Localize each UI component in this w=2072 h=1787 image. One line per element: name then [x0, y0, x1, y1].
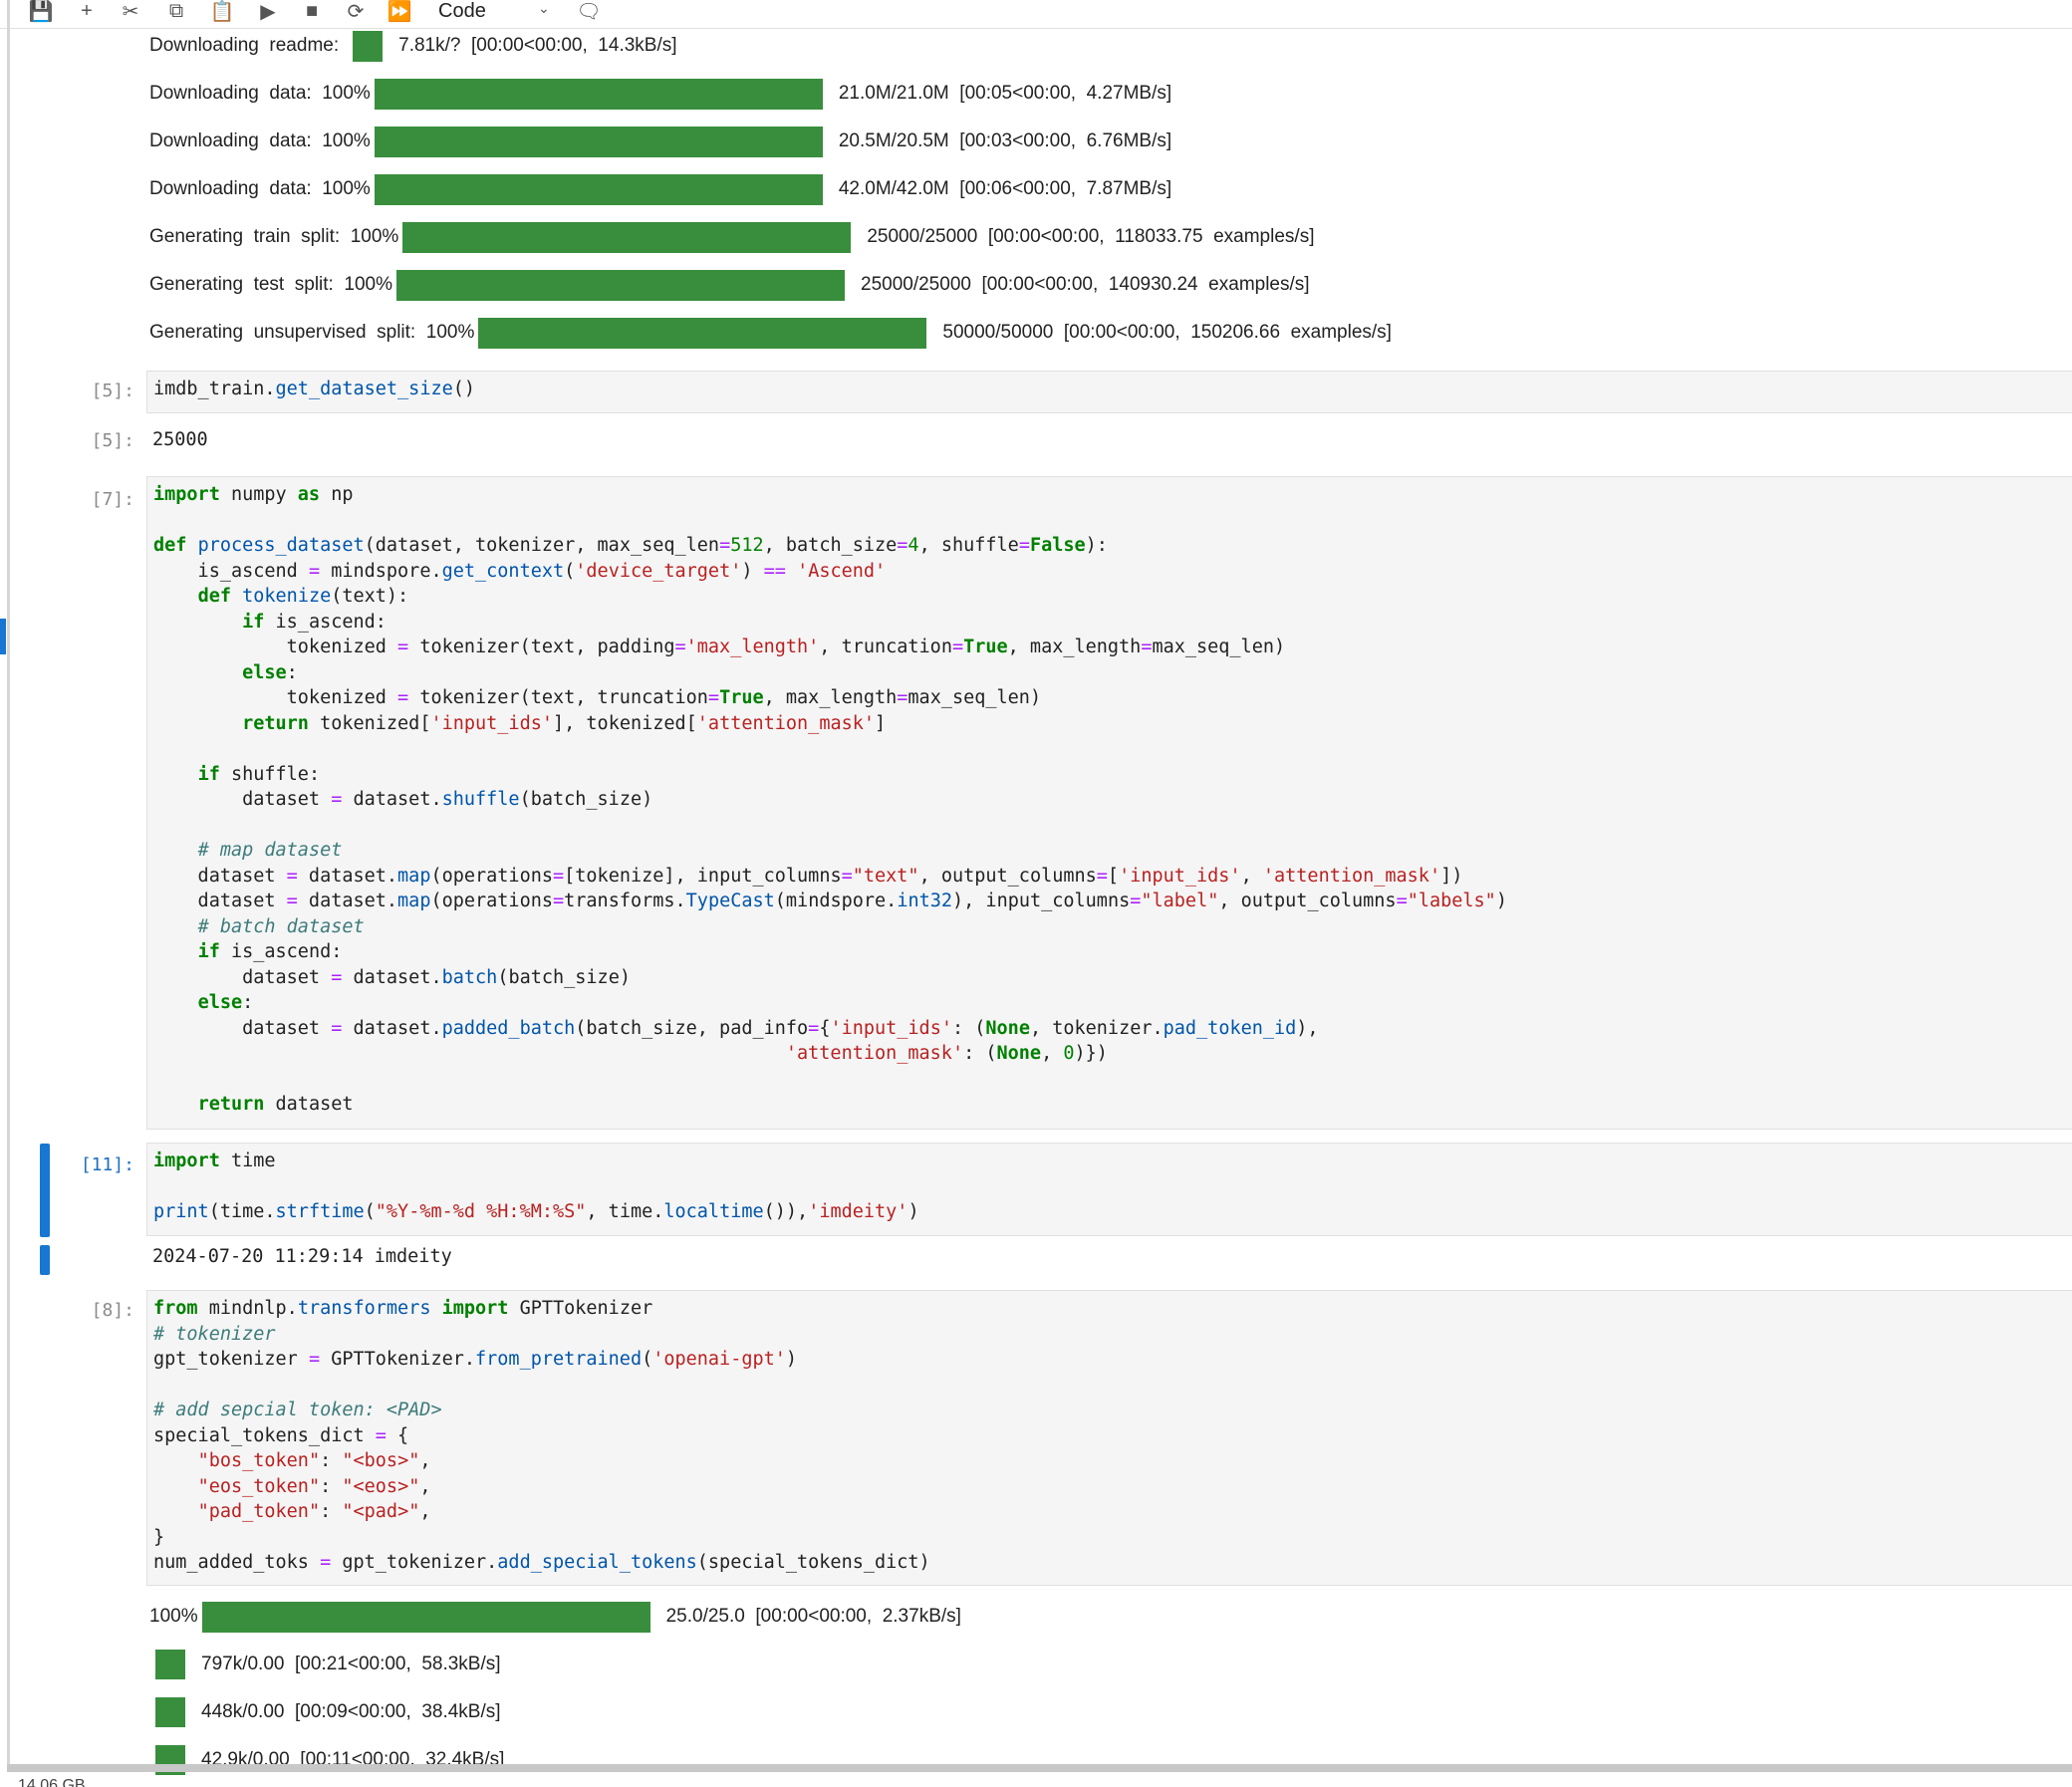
progress-stats: 50000/50000 [00:00<00:00, 150206.66 exam… [942, 322, 1392, 343]
progress-bar [374, 173, 823, 205]
progress-stats: 20.5M/20.5M [00:03<00:00, 6.76MB/s] [838, 130, 1172, 151]
chevron-down-icon: ⌄ [538, 0, 550, 16]
output-prompt: [5]: [91, 430, 134, 451]
progress-row-data-1: Downloading data: 100% 21.0M/21.0M [00:0… [149, 76, 1171, 112]
code-cell-8[interactable]: from mindnlp.transformers import GPTToke… [146, 1290, 2072, 1586]
progress-pct: 100% [344, 274, 392, 295]
run-all-icon[interactable]: ⏩ [383, 0, 416, 23]
progress-bar [478, 317, 927, 349]
progress-stats: 7.81k/? [00:00<00:00, 14.3kB/s] [398, 35, 677, 56]
code-editor[interactable]: import numpy as np def process_dataset(d… [147, 477, 2072, 1118]
progress-label: Downloading data: [149, 130, 312, 151]
progress-bar [402, 221, 852, 253]
progress-row-tokenizer-1: 100% 25.0/25.0 [00:00<00:00, 2.37kB/s] [149, 1599, 961, 1635]
progress-pct: 100% [350, 226, 399, 247]
progress-pct: 100% [425, 322, 475, 343]
cell-type-value: Code [438, 0, 486, 22]
progress-row-data-2: Downloading data: 100% 20.5M/20.5M [00:0… [149, 124, 1171, 159]
run-icon[interactable]: ▶ [251, 0, 285, 23]
status-bar-memory: 14.06 GB [18, 1777, 86, 1787]
code-cell-7[interactable]: import numpy as np def process_dataset(d… [146, 476, 2072, 1130]
progress-pct: 100% [322, 130, 371, 151]
progress-stats: 42.0M/42.0M [00:06<00:00, 7.87MB/s] [838, 178, 1172, 199]
horizontal-scrollbar[interactable] [7, 1764, 2072, 1772]
progress-row-tokenizer-4: 42.9k/0.00 [00:11<00:00, 32.4kB/s] [155, 1742, 504, 1778]
cell-output: 2024-07-20 11:29:14 imdeity [152, 1246, 452, 1267]
active-output-indicator[interactable] [40, 1245, 50, 1275]
save-icon[interactable]: 💾 [24, 0, 58, 23]
copy-icon[interactable]: ⧉ [159, 0, 193, 22]
progress-bar [155, 1697, 185, 1727]
code-cell-11[interactable]: import time print(time.strftime("%Y-%m-%… [146, 1143, 2072, 1236]
code-editor[interactable]: imdb_train.get_dataset_size() [147, 372, 2072, 402]
progress-stats: 25000/25000 [00:00<00:00, 118033.75 exam… [867, 226, 1315, 247]
comment-icon[interactable]: 🗨 [572, 0, 606, 23]
progress-row-data-3: Downloading data: 100% 42.0M/42.0M [00:0… [149, 171, 1171, 207]
progress-row-tokenizer-2: 797k/0.00 [00:21<00:00, 58.3kB/s] [155, 1647, 501, 1682]
code-editor[interactable]: import time print(time.strftime("%Y-%m-%… [147, 1144, 2072, 1225]
progress-bar [396, 269, 845, 301]
side-marker [0, 619, 6, 654]
stop-icon[interactable]: ■ [295, 0, 329, 22]
progress-bar [155, 1650, 185, 1679]
progress-stats: 25000/25000 [00:00<00:00, 140930.24 exam… [861, 274, 1310, 295]
cell-prompt: [5]: [91, 381, 134, 401]
cell-prompt: [11]: [80, 1154, 134, 1175]
paste-icon[interactable]: 📋 [205, 0, 239, 23]
progress-pct: 100% [322, 83, 371, 104]
notebook-toolbar: 💾 + ✂ ⧉ 📋 ▶ ■ ⟳ ⏩ Code ⌄ 🗨 [0, 0, 2072, 29]
progress-row-readme: Downloading readme: 7.81k/? [00:00<00:00… [149, 28, 677, 64]
progress-stats: 25.0/25.0 [00:00<00:00, 2.37kB/s] [665, 1606, 961, 1627]
progress-label: Generating unsupervised split: [149, 322, 416, 343]
progress-row-train-split: Generating train split: 100% 25000/25000… [149, 219, 1314, 255]
progress-row-unsupervised-split: Generating unsupervised split: 100% 5000… [149, 315, 1392, 351]
progress-label: Downloading data: [149, 178, 312, 199]
code-cell-5[interactable]: imdb_train.get_dataset_size() [146, 371, 2072, 413]
cell-type-select[interactable]: Code ⌄ [438, 0, 558, 22]
cut-icon[interactable]: ✂ [114, 0, 147, 23]
progress-bar [353, 30, 384, 62]
add-cell-icon[interactable]: + [70, 0, 104, 22]
progress-label: Generating train split: [149, 226, 341, 247]
cell-prompt: [7]: [91, 489, 134, 510]
progress-stats: 448k/0.00 [00:09<00:00, 38.4kB/s] [201, 1701, 501, 1722]
progress-bar [201, 1601, 650, 1633]
progress-label: Downloading readme: [149, 35, 340, 56]
progress-row-test-split: Generating test split: 100% 25000/25000 … [149, 267, 1310, 303]
code-editor[interactable]: from mindnlp.transformers import GPTToke… [147, 1291, 2072, 1576]
progress-stats: 21.0M/21.0M [00:05<00:00, 4.27MB/s] [838, 83, 1172, 104]
progress-bar [374, 78, 823, 110]
progress-pct: 100% [149, 1606, 198, 1627]
progress-row-tokenizer-3: 448k/0.00 [00:09<00:00, 38.4kB/s] [155, 1694, 501, 1730]
progress-stats: 797k/0.00 [00:21<00:00, 58.3kB/s] [201, 1654, 501, 1674]
progress-label: Generating test split: [149, 274, 334, 295]
notebook-frame-border [7, 0, 10, 1771]
cell-output: 25000 [152, 429, 208, 450]
restart-icon[interactable]: ⟳ [339, 0, 373, 23]
progress-pct: 100% [322, 178, 371, 199]
progress-label: Downloading data: [149, 83, 312, 104]
progress-bar [374, 126, 823, 157]
cell-prompt: [8]: [91, 1300, 134, 1321]
